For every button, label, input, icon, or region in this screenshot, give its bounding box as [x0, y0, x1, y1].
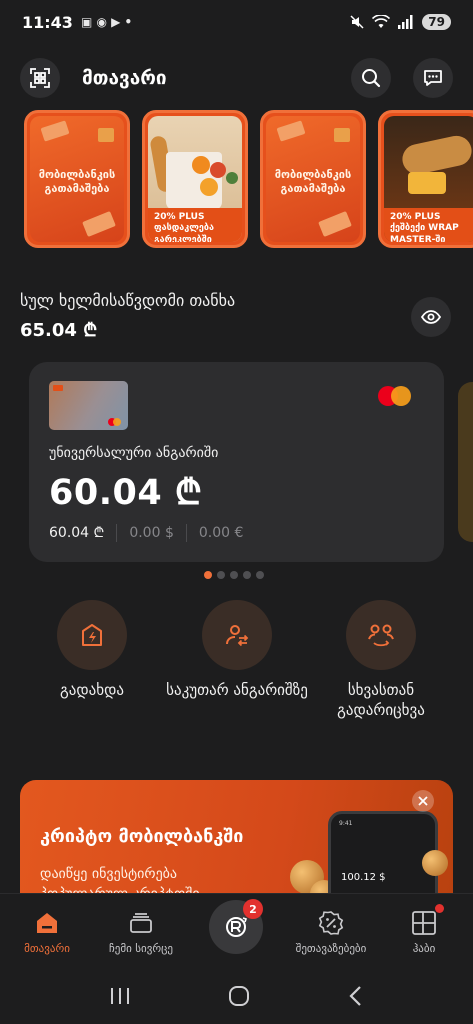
account-card[interactable]: უნივერსალური ანგარიში 60.04 ₾ 60.04 ₾ 0.… — [29, 362, 444, 562]
qr-icon — [30, 68, 50, 88]
stories-carousel[interactable]: მობილბანკის გათამაშება 20% PLUS ფასდაკლე… — [24, 110, 473, 250]
total-balance-label: სულ ხელმისაწვდომი თანხა — [20, 291, 236, 310]
story-caption: 20% PLUS ფასდაკლება გარეკლებში — [148, 208, 242, 242]
system-navigation-bar — [0, 968, 473, 1024]
signal-icon — [398, 15, 413, 29]
home-system-icon[interactable] — [228, 985, 250, 1007]
story-card[interactable]: 20% PLUS ფასდაკლება გარეკლებში — [142, 110, 248, 248]
usd-balance: 0.00 $ — [129, 524, 174, 541]
exchange-icon — [226, 917, 248, 937]
mute-icon — [350, 15, 364, 29]
close-icon — [418, 796, 428, 806]
gift-icon — [98, 128, 114, 142]
gift-icon — [334, 128, 350, 142]
story-text: მობილბანკის გათამაშება — [38, 168, 116, 196]
nav-item-offers[interactable]: შეთავაზებები — [284, 894, 378, 955]
pay-action-button[interactable]: გადახდა — [17, 600, 167, 700]
action-label: სხვასთან გადარიცხვა — [337, 681, 425, 720]
status-time: 11:43 — [22, 12, 73, 32]
payment-icon — [82, 624, 102, 646]
story-card[interactable]: მობილბანკის გათამაშება — [260, 110, 366, 248]
action-label: საკუთარ ანგარიშზე — [166, 681, 308, 699]
total-balance-value: 65.04 ₾ — [20, 320, 98, 341]
story-text: მობილბანკის გათამაშება — [274, 168, 352, 196]
close-banner-button[interactable] — [412, 790, 434, 812]
own-account-transfer-button[interactable]: საკუთარ ანგარიშზე — [162, 600, 312, 700]
transfer-to-others-icon — [368, 624, 394, 647]
nav-label: ჩემი სივრცე — [109, 942, 173, 955]
promo-subtitle-line: დაიწყე ინვესტირება — [40, 866, 178, 882]
gel-balance: 60.04 ₾ — [49, 525, 105, 541]
back-icon[interactable] — [348, 985, 364, 1007]
app-header: მთავარი — [0, 56, 473, 100]
hub-icon — [412, 911, 436, 935]
battery-indicator: 79 — [422, 14, 451, 30]
wallet-icon — [130, 913, 152, 933]
story-card[interactable]: მობილბანკის გათამაშება — [24, 110, 130, 248]
transfer-to-others-button[interactable]: სხვასთან გადარიცხვა — [306, 600, 456, 721]
pager-dot[interactable] — [216, 571, 225, 579]
pager-dot[interactable] — [229, 571, 238, 579]
promo-title: კრიპტო მობილბანკში — [40, 826, 244, 847]
search-icon — [362, 69, 381, 88]
page-title: მთავარი — [82, 67, 167, 89]
account-name: უნივერსალური ანგარიში — [49, 445, 219, 461]
nav-label: ჰაბი — [412, 942, 436, 955]
phone-amount: 100.12 $ — [341, 872, 386, 883]
notification-badge: 2 — [243, 899, 263, 919]
messages-button[interactable] — [413, 58, 453, 98]
recent-apps-icon[interactable] — [109, 986, 131, 1006]
toggle-balance-visibility-button[interactable] — [411, 297, 451, 337]
account-balance: 60.04 ₾ — [49, 473, 203, 513]
quick-actions: გადახდა საკუთარ ანგარიშზე სხვასთან გადარ… — [0, 600, 473, 730]
eye-icon — [421, 310, 441, 324]
nav-label: შეთავაზებები — [295, 942, 367, 955]
pager-dot[interactable] — [242, 571, 251, 579]
notification-icons: ▣ ◉ ▶ • — [80, 15, 133, 29]
nav-label: მთავარი — [24, 942, 70, 955]
currency-balances: 60.04 ₾ 0.00 $ 0.00 € — [49, 523, 243, 542]
wifi-icon — [372, 15, 391, 28]
nav-item-hub[interactable]: ჰაბი — [377, 894, 471, 955]
hub-notification-dot — [435, 904, 444, 913]
qr-scan-button[interactable] — [20, 58, 60, 98]
search-button[interactable] — [351, 58, 391, 98]
action-label: გადახდა — [60, 681, 124, 699]
bottom-navigation: მთავარი ჩემი სივრცე შეთავაზებები ჰაბი — [0, 893, 473, 968]
story-caption: 20% PLUS ქეშბექი WRAP MASTER-ში — [384, 208, 473, 242]
story-card[interactable]: 20% PLUS ქეშბექი WRAP MASTER-ში — [378, 110, 473, 248]
eur-balance: 0.00 € — [198, 524, 244, 541]
chat-icon — [424, 70, 442, 86]
carousel-pager — [0, 571, 473, 579]
bank-card-image — [49, 381, 128, 430]
next-account-card[interactable] — [458, 382, 473, 542]
crypto-promo-banner[interactable]: 9:41 100.12 $ კრიპტო მობილბანკში დაიწყე … — [20, 780, 453, 910]
nav-item-my-space[interactable]: ჩემი სივრცე — [94, 894, 188, 955]
discount-icon — [318, 911, 344, 935]
home-icon — [37, 913, 57, 933]
own-transfer-icon — [226, 625, 249, 647]
mastercard-logo-icon — [378, 386, 412, 406]
nav-item-home[interactable]: მთავარი — [0, 894, 94, 955]
pager-dot[interactable] — [255, 571, 264, 579]
pager-dot[interactable] — [203, 571, 212, 579]
status-bar: 11:43 ▣ ◉ ▶ • 79 — [0, 0, 473, 44]
